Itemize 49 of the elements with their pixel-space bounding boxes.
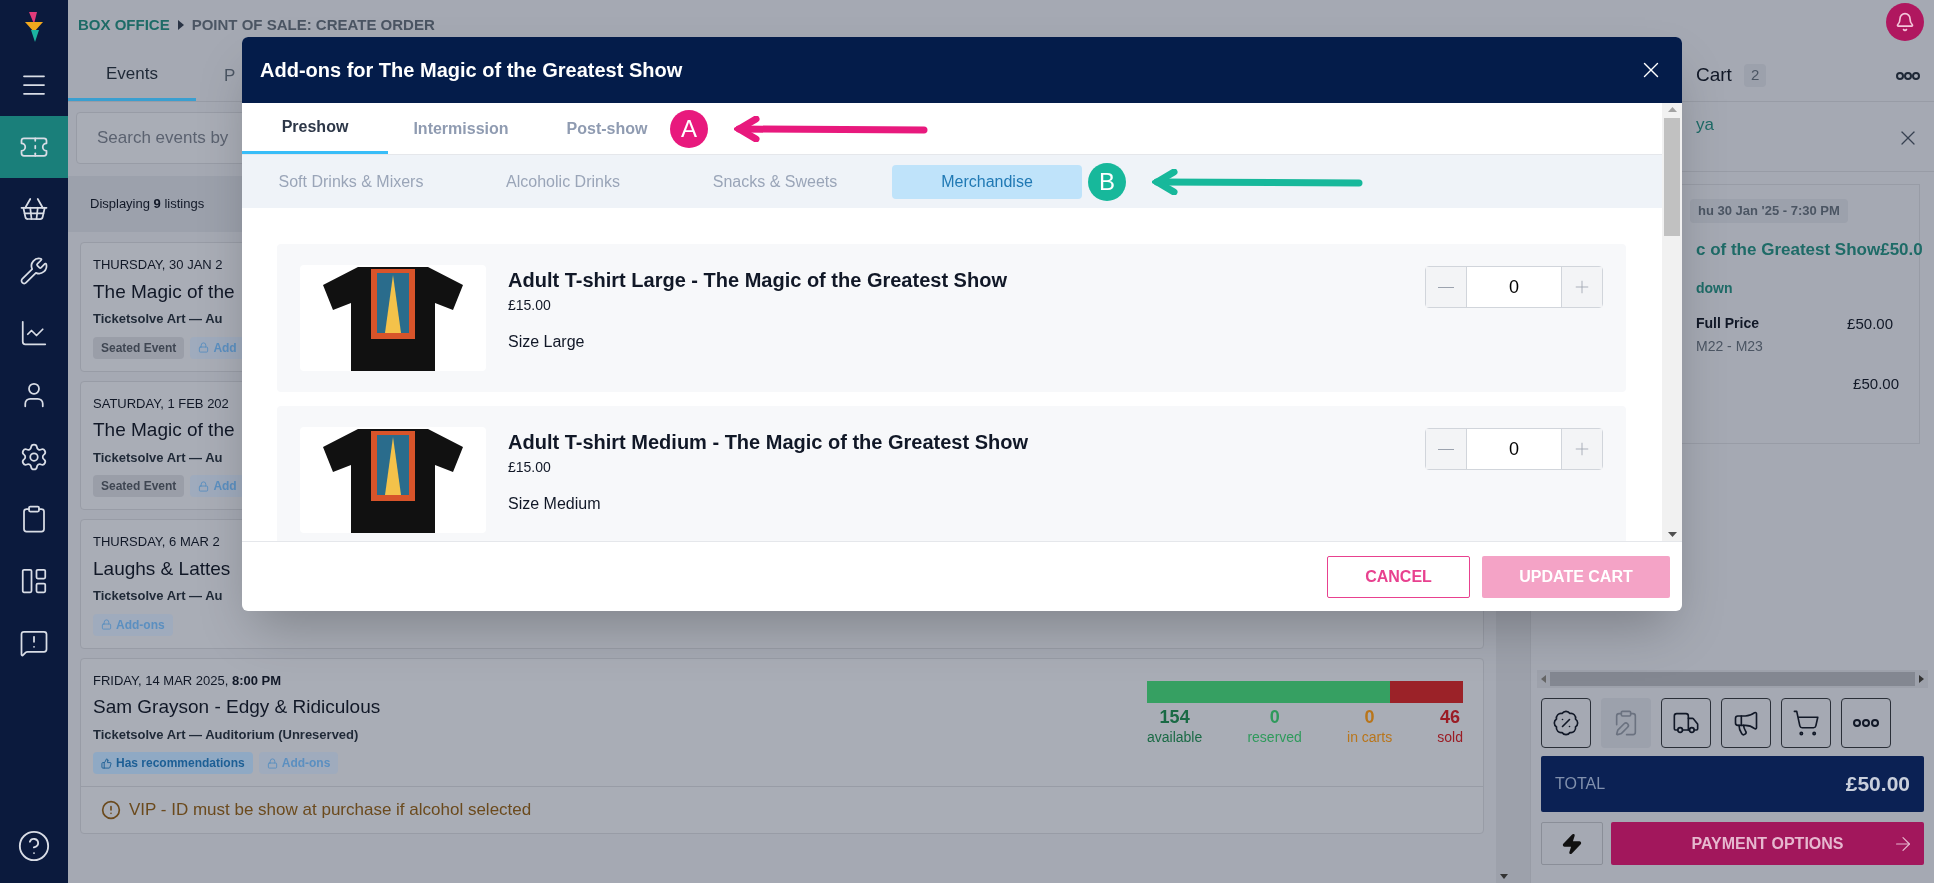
event-title: Laughs & Lattes bbox=[93, 556, 231, 581]
cart-item-date: hu 30 Jan '25 - 7:30 PM bbox=[1690, 199, 1848, 223]
seated-event-tag: Seated Event bbox=[93, 475, 185, 497]
event-venue: Ticketsolve Art — Au bbox=[93, 448, 224, 467]
cart-item-price: £50.0 bbox=[1880, 238, 1923, 261]
annotation-marker: A bbox=[670, 109, 708, 148]
add-on-description: Size Medium bbox=[508, 494, 602, 514]
stat-label: sold bbox=[1437, 727, 1463, 747]
dialog-title: Add-ons for The Magic of the Greatest Show bbox=[260, 58, 683, 83]
add-on-title: Adult T-shirt Medium - The Magic of the Greatest Show bbox=[508, 430, 1030, 455]
add-ons-tag: Add bbox=[190, 475, 245, 497]
add-ons-tag: Add-ons bbox=[93, 613, 173, 636]
event-venue: Ticketsolve Art — Au bbox=[93, 310, 224, 328]
stat-label: reserved bbox=[1247, 727, 1302, 747]
listing-summary: Displaying 9 listings bbox=[90, 195, 205, 214]
cart-count: 2 bbox=[1743, 64, 1767, 87]
stat-count: 154 bbox=[1159, 706, 1190, 727]
stat-count: 0 bbox=[1364, 706, 1375, 727]
stat-label: available bbox=[1147, 727, 1203, 747]
add-ons-tag: Add bbox=[190, 336, 245, 359]
stat-label: in carts bbox=[1347, 727, 1393, 747]
cart-item-subtotal: £50.00 bbox=[1853, 373, 1899, 394]
add-on-price: £15.00 bbox=[508, 458, 552, 477]
seated-event-tag: Seated Event bbox=[93, 336, 185, 359]
event-title: The Magic of the bbox=[93, 279, 236, 304]
event-venue: Ticketsolve Art — Auditorium (Unreserved) bbox=[93, 725, 360, 744]
event-date: SATURDAY, 1 FEB 202 bbox=[93, 394, 230, 413]
event-note: VIP - ID must be show at purchase if alcohol selected bbox=[129, 799, 532, 821]
ticket-type: Full Price bbox=[1696, 314, 1760, 333]
add-on-description: Size Large bbox=[508, 332, 586, 352]
annotation-marker: B bbox=[1088, 162, 1126, 201]
event-date: THURSDAY, 30 JAN 2 bbox=[93, 256, 224, 274]
recommendations-tag: Has recommendations bbox=[93, 752, 253, 774]
total-label: TOTAL bbox=[1555, 774, 1606, 794]
event-date: FRIDAY, 14 MAR 2025, 8:00 PM bbox=[93, 671, 283, 690]
add-on-title: Adult T-shirt Large - The Magic of the Greatest Show bbox=[508, 268, 1008, 293]
breadcrumb-current: POINT OF SALE: CREATE ORDER bbox=[191, 14, 435, 35]
stat-count: 46 bbox=[1440, 706, 1461, 727]
stat-count: 0 bbox=[1269, 706, 1280, 727]
cart-title: Cart bbox=[1696, 63, 1732, 88]
add-on-price: £15.00 bbox=[508, 296, 552, 315]
seat-range: M22 - M23 bbox=[1696, 336, 1764, 356]
add-ons-tag: Add-ons bbox=[258, 752, 339, 774]
event-title: Sam Grayson - Edgy & Ridiculous bbox=[93, 695, 381, 719]
total-amount: £50.00 bbox=[1845, 771, 1910, 798]
event-venue: Ticketsolve Art — Au bbox=[93, 587, 224, 605]
ticket-price: £50.00 bbox=[1847, 314, 1893, 334]
event-title: The Magic of the bbox=[93, 418, 236, 442]
event-date: THURSDAY, 6 MAR 2 bbox=[93, 533, 221, 551]
